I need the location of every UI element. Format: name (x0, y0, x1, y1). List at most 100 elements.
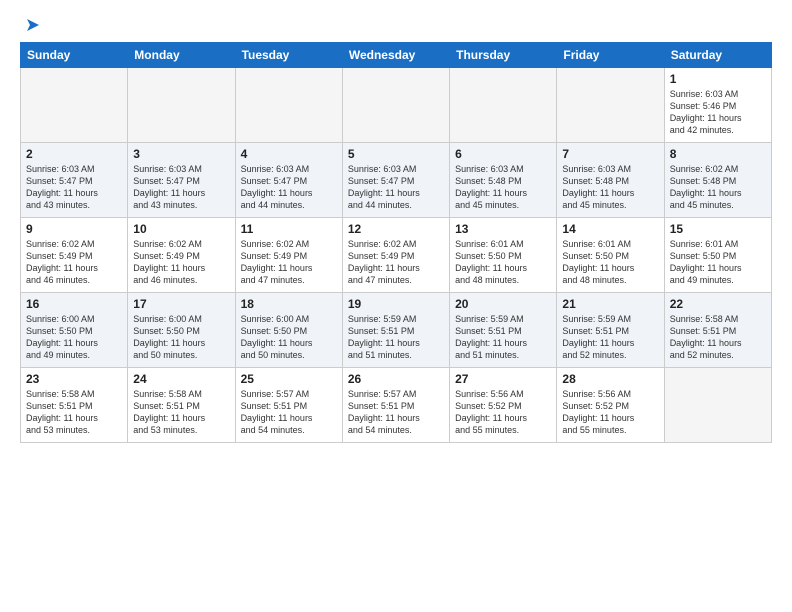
day-info: Sunrise: 6:03 AM Sunset: 5:48 PM Dayligh… (562, 163, 658, 212)
day-number: 9 (26, 222, 122, 236)
day-info: Sunrise: 6:02 AM Sunset: 5:49 PM Dayligh… (133, 238, 229, 287)
day-number: 19 (348, 297, 444, 311)
day-cell: 10 Sunrise: 6:02 AM Sunset: 5:49 PM Dayli… (128, 218, 235, 293)
day-number: 18 (241, 297, 337, 311)
day-cell (450, 68, 557, 143)
day-cell: 24 Sunrise: 5:58 AM Sunset: 5:51 PM Dayli… (128, 368, 235, 443)
weekday-header-thursday: Thursday (450, 43, 557, 68)
day-info: Sunrise: 6:01 AM Sunset: 5:50 PM Dayligh… (455, 238, 551, 287)
day-cell: 25 Sunrise: 5:57 AM Sunset: 5:51 PM Dayli… (235, 368, 342, 443)
day-info: Sunrise: 6:03 AM Sunset: 5:47 PM Dayligh… (241, 163, 337, 212)
day-cell: 22 Sunrise: 5:58 AM Sunset: 5:51 PM Dayli… (664, 293, 771, 368)
day-number: 23 (26, 372, 122, 386)
day-info: Sunrise: 5:57 AM Sunset: 5:51 PM Dayligh… (348, 388, 444, 437)
day-cell: 16Sunrise: 6:00 AM Sunset: 5:50 PM Dayli… (21, 293, 128, 368)
day-cell: 9 Sunrise: 6:02 AM Sunset: 5:49 PM Daylig… (21, 218, 128, 293)
day-cell: 3 Sunrise: 6:03 AM Sunset: 5:47 PM Daylig… (128, 143, 235, 218)
day-number: 11 (241, 222, 337, 236)
weekday-header-row: SundayMondayTuesdayWednesdayThursdayFrid… (21, 43, 772, 68)
page: SundayMondayTuesdayWednesdayThursdayFrid… (0, 0, 792, 453)
day-cell: 14 Sunrise: 6:01 AM Sunset: 5:50 PM Dayli… (557, 218, 664, 293)
day-cell: 7 Sunrise: 6:03 AM Sunset: 5:48 PM Daylig… (557, 143, 664, 218)
day-cell: 13Sunrise: 6:01 AM Sunset: 5:50 PM Dayli… (450, 218, 557, 293)
day-cell: 12 Sunrise: 6:02 AM Sunset: 5:49 PM Dayli… (342, 218, 449, 293)
logo-icon (24, 16, 42, 34)
day-info: Sunrise: 6:02 AM Sunset: 5:49 PM Dayligh… (241, 238, 337, 287)
day-number: 6 (455, 147, 551, 161)
day-cell (128, 68, 235, 143)
day-number: 22 (670, 297, 766, 311)
day-number: 10 (133, 222, 229, 236)
day-number: 5 (348, 147, 444, 161)
day-number: 27 (455, 372, 551, 386)
day-number: 20 (455, 297, 551, 311)
calendar: SundayMondayTuesdayWednesdayThursdayFrid… (20, 42, 772, 443)
day-number: 26 (348, 372, 444, 386)
week-row-1: 1 Sunrise: 6:03 AM Sunset: 5:46 PM Daylig… (21, 68, 772, 143)
week-row-5: 23 Sunrise: 5:58 AM Sunset: 5:51 PM Dayli… (21, 368, 772, 443)
day-info: Sunrise: 5:58 AM Sunset: 5:51 PM Dayligh… (670, 313, 766, 362)
day-info: Sunrise: 6:00 AM Sunset: 5:50 PM Dayligh… (241, 313, 337, 362)
day-number: 3 (133, 147, 229, 161)
day-info: Sunrise: 5:58 AM Sunset: 5:51 PM Dayligh… (133, 388, 229, 437)
day-cell (664, 368, 771, 443)
day-info: Sunrise: 6:00 AM Sunset: 5:50 PM Dayligh… (26, 313, 122, 362)
day-cell (235, 68, 342, 143)
day-cell: 18 Sunrise: 6:00 AM Sunset: 5:50 PM Dayli… (235, 293, 342, 368)
day-info: Sunrise: 6:03 AM Sunset: 5:47 PM Dayligh… (348, 163, 444, 212)
day-number: 1 (670, 72, 766, 86)
header (20, 16, 772, 34)
day-number: 7 (562, 147, 658, 161)
day-cell: 6Sunrise: 6:03 AM Sunset: 5:48 PM Daylig… (450, 143, 557, 218)
day-info: Sunrise: 6:03 AM Sunset: 5:47 PM Dayligh… (26, 163, 122, 212)
day-number: 2 (26, 147, 122, 161)
day-info: Sunrise: 6:01 AM Sunset: 5:50 PM Dayligh… (670, 238, 766, 287)
day-number: 8 (670, 147, 766, 161)
day-info: Sunrise: 6:03 AM Sunset: 5:46 PM Dayligh… (670, 88, 766, 137)
day-info: Sunrise: 6:02 AM Sunset: 5:49 PM Dayligh… (26, 238, 122, 287)
day-cell: 17 Sunrise: 6:00 AM Sunset: 5:50 PM Dayli… (128, 293, 235, 368)
day-cell: 27 Sunrise: 5:56 AM Sunset: 5:52 PM Dayli… (450, 368, 557, 443)
day-info: Sunrise: 5:56 AM Sunset: 5:52 PM Dayligh… (562, 388, 658, 437)
day-info: Sunrise: 5:59 AM Sunset: 5:51 PM Dayligh… (562, 313, 658, 362)
day-info: Sunrise: 6:00 AM Sunset: 5:50 PM Dayligh… (133, 313, 229, 362)
day-number: 15 (670, 222, 766, 236)
day-cell: 8Sunrise: 6:02 AM Sunset: 5:48 PM Daylig… (664, 143, 771, 218)
day-info: Sunrise: 5:59 AM Sunset: 5:51 PM Dayligh… (348, 313, 444, 362)
weekday-header-monday: Monday (128, 43, 235, 68)
day-info: Sunrise: 5:59 AM Sunset: 5:51 PM Dayligh… (455, 313, 551, 362)
day-info: Sunrise: 6:03 AM Sunset: 5:47 PM Dayligh… (133, 163, 229, 212)
day-cell (21, 68, 128, 143)
day-number: 17 (133, 297, 229, 311)
day-cell: 28Sunrise: 5:56 AM Sunset: 5:52 PM Dayli… (557, 368, 664, 443)
day-info: Sunrise: 5:57 AM Sunset: 5:51 PM Dayligh… (241, 388, 337, 437)
day-number: 24 (133, 372, 229, 386)
day-number: 12 (348, 222, 444, 236)
day-cell: 4 Sunrise: 6:03 AM Sunset: 5:47 PM Daylig… (235, 143, 342, 218)
day-info: Sunrise: 5:56 AM Sunset: 5:52 PM Dayligh… (455, 388, 551, 437)
weekday-header-tuesday: Tuesday (235, 43, 342, 68)
day-cell: 19 Sunrise: 5:59 AM Sunset: 5:51 PM Dayli… (342, 293, 449, 368)
weekday-header-saturday: Saturday (664, 43, 771, 68)
day-cell: 2 Sunrise: 6:03 AM Sunset: 5:47 PM Daylig… (21, 143, 128, 218)
weekday-header-sunday: Sunday (21, 43, 128, 68)
day-number: 25 (241, 372, 337, 386)
day-cell: 15 Sunrise: 6:01 AM Sunset: 5:50 PM Dayli… (664, 218, 771, 293)
day-cell: 26 Sunrise: 5:57 AM Sunset: 5:51 PM Dayli… (342, 368, 449, 443)
day-cell: 11 Sunrise: 6:02 AM Sunset: 5:49 PM Dayli… (235, 218, 342, 293)
week-row-4: 16Sunrise: 6:00 AM Sunset: 5:50 PM Dayli… (21, 293, 772, 368)
day-cell: 21 Sunrise: 5:59 AM Sunset: 5:51 PM Dayli… (557, 293, 664, 368)
day-cell: 23 Sunrise: 5:58 AM Sunset: 5:51 PM Dayli… (21, 368, 128, 443)
day-number: 14 (562, 222, 658, 236)
day-info: Sunrise: 6:02 AM Sunset: 5:49 PM Dayligh… (348, 238, 444, 287)
week-row-3: 9 Sunrise: 6:02 AM Sunset: 5:49 PM Daylig… (21, 218, 772, 293)
day-cell: 20 Sunrise: 5:59 AM Sunset: 5:51 PM Dayli… (450, 293, 557, 368)
day-cell: 1 Sunrise: 6:03 AM Sunset: 5:46 PM Daylig… (664, 68, 771, 143)
day-number: 4 (241, 147, 337, 161)
day-number: 21 (562, 297, 658, 311)
week-row-2: 2 Sunrise: 6:03 AM Sunset: 5:47 PM Daylig… (21, 143, 772, 218)
day-cell: 5 Sunrise: 6:03 AM Sunset: 5:47 PM Daylig… (342, 143, 449, 218)
weekday-header-friday: Friday (557, 43, 664, 68)
day-info: Sunrise: 6:01 AM Sunset: 5:50 PM Dayligh… (562, 238, 658, 287)
day-info: Sunrise: 5:58 AM Sunset: 5:51 PM Dayligh… (26, 388, 122, 437)
